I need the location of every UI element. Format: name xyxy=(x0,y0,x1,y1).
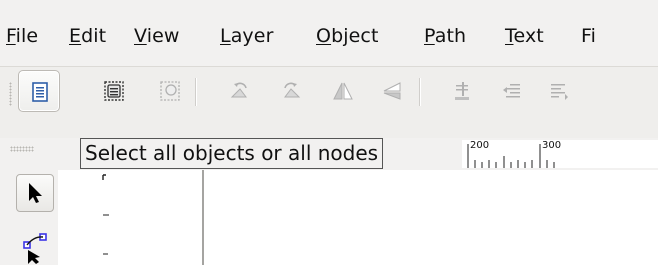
drawing-canvas[interactable] xyxy=(206,170,658,265)
ruler-label-300: 300 xyxy=(542,140,562,151)
raise-to-top-button[interactable] xyxy=(491,70,533,112)
align-icon xyxy=(551,84,568,100)
select-all-icon xyxy=(32,82,48,102)
menu-path[interactable]: Path xyxy=(424,27,466,46)
raise-to-top-icon xyxy=(503,84,520,98)
vertical-ruler-ticks xyxy=(102,174,109,255)
lower-to-bottom-button[interactable] xyxy=(441,70,483,112)
menu-bar: File Edit View Layer Object Path Text Fi xyxy=(0,0,658,66)
toolbar-separator xyxy=(195,78,197,106)
menu-edit[interactable]: Edit xyxy=(69,27,106,46)
deselect-icon xyxy=(160,81,180,101)
flip-horizontal-button[interactable] xyxy=(322,70,364,112)
menu-text[interactable]: Text xyxy=(505,27,544,46)
selector-arrow-icon xyxy=(29,183,42,203)
menu-layer[interactable]: Layer xyxy=(220,27,273,46)
toolbar-grip[interactable] xyxy=(9,82,12,106)
tooltip: Select all objects or all nodes xyxy=(80,138,384,169)
rotate-cw-icon xyxy=(284,82,301,98)
select-all-in-all-layers-button[interactable] xyxy=(93,70,135,112)
select-all-layers-icon xyxy=(104,81,124,101)
toolbar-separator xyxy=(419,78,421,106)
flip-vertical-button[interactable] xyxy=(371,70,413,112)
rotate-ccw-button[interactable] xyxy=(219,70,261,112)
menu-view[interactable]: View xyxy=(134,27,180,46)
rotate-cw-button[interactable] xyxy=(270,70,312,112)
selector-tool-button[interactable] xyxy=(16,174,54,212)
node-tool-button[interactable] xyxy=(16,226,54,264)
lower-to-bottom-icon xyxy=(455,82,469,100)
menu-file[interactable]: File xyxy=(6,27,38,46)
menu-filters[interactable]: Fi xyxy=(581,27,596,46)
select-all-button[interactable] xyxy=(18,70,60,112)
toolbox-grip[interactable] xyxy=(10,146,34,152)
deselect-button[interactable] xyxy=(149,70,191,112)
menu-object[interactable]: Object xyxy=(316,27,379,46)
flip-horizontal-icon xyxy=(333,82,353,100)
flip-vertical-icon xyxy=(383,82,401,100)
align-button[interactable] xyxy=(538,70,580,112)
node-editor-icon xyxy=(23,233,47,264)
rotate-ccw-icon xyxy=(230,82,247,98)
vertical-ruler[interactable] xyxy=(82,170,204,265)
ruler-label-200: 200 xyxy=(470,140,490,151)
